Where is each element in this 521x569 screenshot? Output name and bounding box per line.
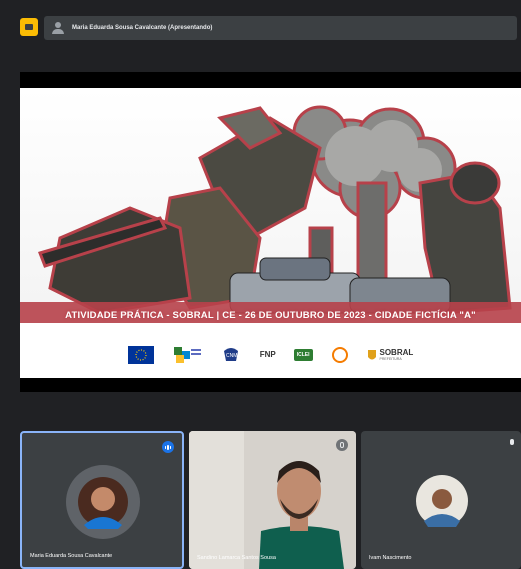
avatar xyxy=(416,475,468,527)
eu-logo xyxy=(127,345,154,364)
iclei-text: ICLEI xyxy=(293,348,313,361)
participant-tile[interactable]: Ivam Nascimento xyxy=(361,431,521,569)
participant-tile[interactable]: Sandino Lamarca Santos Sousa xyxy=(189,431,356,569)
sobral-text: SOBRAL xyxy=(379,348,414,357)
participant-name: Sandino Lamarca Santos Sousa xyxy=(197,555,276,561)
slide-illustration xyxy=(20,88,521,323)
avatar xyxy=(66,465,140,539)
participant-name: Maria Eduarda Sousa Cavalcante xyxy=(30,553,113,559)
fnp-logo: FNP xyxy=(260,350,276,359)
speaking-icon xyxy=(162,441,174,453)
presentation-slide: ATIVIDADE PRÁTICA - SOBRAL | CE - 26 DE … xyxy=(20,88,521,378)
mic-icon xyxy=(509,439,515,447)
participant-name: Ivam Nascimento xyxy=(369,555,412,561)
person-icon xyxy=(52,22,64,34)
sobral-subtext: PREFEITURA xyxy=(379,357,402,361)
presenter-chip[interactable]: Maria Eduarda Sousa Cavalcante (Apresent… xyxy=(44,16,517,40)
mic-off-icon xyxy=(336,439,348,451)
svg-text:CNM: CNM xyxy=(226,353,237,359)
iclei-logo: ICLEI xyxy=(293,348,313,361)
top-bar: Maria Eduarda Sousa Cavalcante (Apresent… xyxy=(0,0,521,52)
sponsor-logos: CNM FNP ICLEI SOBRAL PREFEITURA xyxy=(20,331,521,378)
slide-caption: ATIVIDADE PRÁTICA - SOBRAL | CE - 26 DE … xyxy=(65,310,476,321)
circle-logo xyxy=(331,346,349,364)
fnp-text: FNP xyxy=(259,350,276,359)
presenter-label: Maria Eduarda Sousa Cavalcante (Apresent… xyxy=(72,25,213,31)
partner-logo-1 xyxy=(172,345,202,365)
video-feed xyxy=(189,431,356,569)
presentation-icon[interactable] xyxy=(20,18,38,36)
sobral-logo: SOBRAL PREFEITURA xyxy=(367,348,414,362)
partner-logo-2: CNM xyxy=(220,345,242,365)
participant-tile[interactable]: Maria Eduarda Sousa Cavalcante xyxy=(20,431,184,569)
shared-screen: ATIVIDADE PRÁTICA - SOBRAL | CE - 26 DE … xyxy=(20,72,521,392)
